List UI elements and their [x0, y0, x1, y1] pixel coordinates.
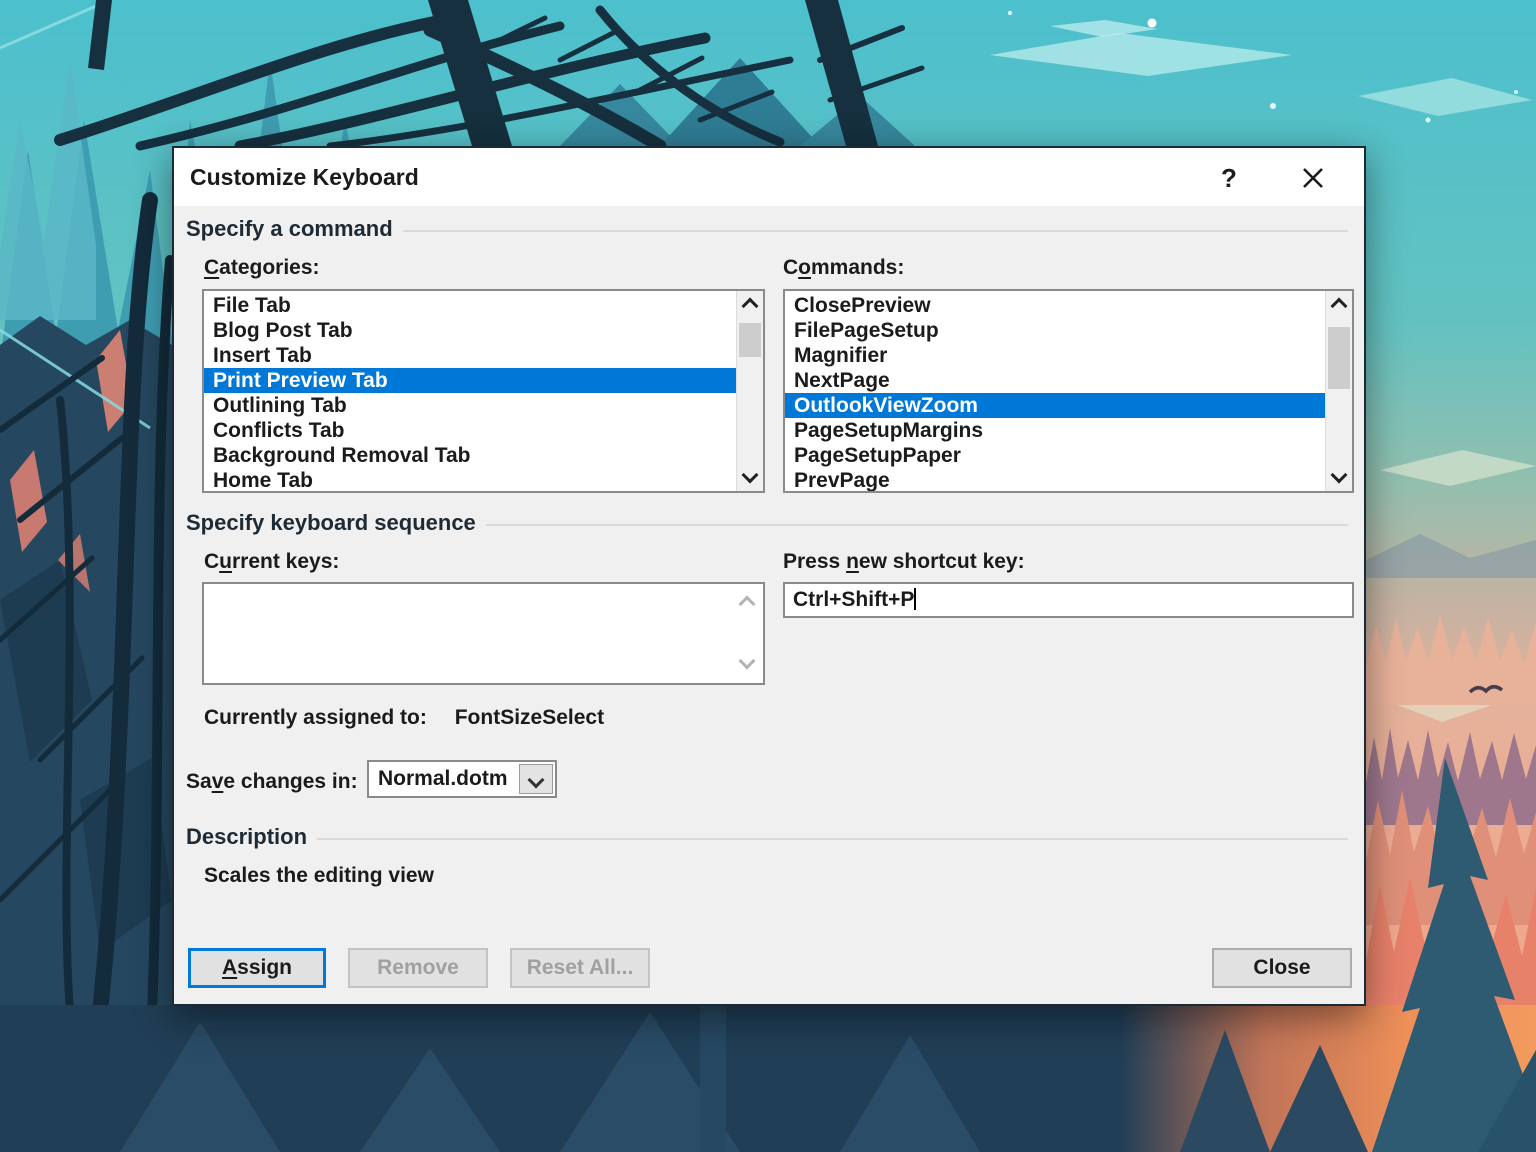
shortcut-input[interactable]: Ctrl+Shift+P [783, 582, 1354, 618]
current-keys-listbox[interactable] [202, 582, 765, 685]
chevron-up-icon [739, 596, 756, 613]
categories-list-item[interactable]: File Tab [204, 293, 737, 318]
commands-list-item[interactable]: FilePageSetup [785, 318, 1326, 343]
commands-list-item[interactable]: PrevPage [785, 468, 1326, 491]
desktop: Customize Keyboard ? Specify a command C… [0, 0, 1536, 1152]
save-changes-combo[interactable]: Normal.dotm [367, 760, 557, 798]
dialog-title: Customize Keyboard [190, 148, 419, 206]
categories-scrollbar[interactable] [736, 291, 763, 491]
categories-list-item[interactable]: Background Removal Tab [204, 443, 737, 468]
commands-list-item[interactable]: PageSetupMargins [785, 418, 1326, 443]
categories-list-item[interactable]: Blog Post Tab [204, 318, 737, 343]
categories-list-item[interactable]: Outlining Tab [204, 393, 737, 418]
commands-list-item[interactable]: ClosePreview [785, 293, 1326, 318]
scroll-up-button[interactable] [1326, 291, 1352, 317]
group-description: Description [186, 824, 1348, 850]
shortcut-value: Ctrl+Shift+P [793, 588, 914, 611]
assigned-label: Currently assigned to: [204, 706, 427, 729]
scroll-down-button[interactable] [1326, 465, 1352, 491]
categories-label: Categories: [204, 256, 320, 280]
categories-listbox: File TabBlog Post TabInsert TabPrint Pre… [202, 289, 765, 493]
customize-keyboard-dialog: Customize Keyboard ? Specify a command C… [172, 146, 1366, 1006]
commands-list[interactable]: ClosePreviewFilePageSetupMagnifierNextPa… [785, 293, 1326, 491]
chevron-up-icon [742, 298, 759, 315]
chevron-down-icon [739, 653, 756, 670]
commands-list-item[interactable]: OutlookViewZoom [785, 393, 1326, 418]
assign-button[interactable]: Assign [188, 948, 326, 988]
commands-list-item[interactable]: Magnifier [785, 343, 1326, 368]
remove-button[interactable]: Remove [348, 948, 488, 988]
group-specify-sequence: Specify keyboard sequence [186, 510, 1348, 536]
reset-all-button[interactable]: Reset All... [510, 948, 650, 988]
commands-scrollbar[interactable] [1325, 291, 1352, 491]
help-icon: ? [1221, 163, 1237, 193]
group-divider [317, 838, 1348, 840]
group-divider [486, 524, 1348, 526]
currently-assigned-line: Currently assigned to: FontSizeSelect [204, 706, 604, 730]
commands-label: Commands: [783, 256, 904, 280]
close-dialog-button[interactable] [1294, 159, 1332, 197]
text-caret [914, 588, 916, 610]
scrollbar-thumb[interactable] [1328, 327, 1350, 389]
group-title: Specify keyboard sequence [186, 510, 476, 536]
chevron-down-icon [1331, 467, 1348, 484]
shortcut-key-label: Press new shortcut key: [783, 550, 1025, 574]
group-divider [403, 230, 1348, 232]
combo-selected-value: Normal.dotm [378, 762, 508, 796]
scroll-up-button[interactable] [737, 291, 763, 317]
save-changes-label: Save changes in: [186, 770, 358, 794]
current-keys-label: Current keys: [204, 550, 339, 574]
chevron-down-icon [528, 772, 545, 789]
commands-list-item[interactable]: PageSetupPaper [785, 443, 1326, 468]
help-button[interactable]: ? [1210, 159, 1248, 197]
scroll-down-button[interactable] [737, 465, 763, 491]
group-title: Description [186, 824, 307, 850]
close-icon [1294, 159, 1332, 197]
dialog-titlebar: Customize Keyboard ? [174, 148, 1364, 206]
categories-list[interactable]: File TabBlog Post TabInsert TabPrint Pre… [204, 293, 737, 491]
categories-list-item[interactable]: Insert Tab [204, 343, 737, 368]
categories-list-item[interactable]: Print Preview Tab [204, 368, 737, 393]
scrollbar-thumb[interactable] [739, 323, 761, 357]
combo-dropdown-button[interactable] [519, 764, 553, 794]
chevron-down-icon [742, 467, 759, 484]
close-button[interactable]: Close [1212, 948, 1352, 988]
description-text: Scales the editing view [204, 864, 434, 888]
categories-list-item[interactable]: Home Tab [204, 468, 737, 491]
categories-list-item[interactable]: Conflicts Tab [204, 418, 737, 443]
commands-listbox: ClosePreviewFilePageSetupMagnifierNextPa… [783, 289, 1354, 493]
commands-list-item[interactable]: NextPage [785, 368, 1326, 393]
chevron-up-icon [1331, 298, 1348, 315]
assigned-value: FontSizeSelect [455, 706, 604, 729]
group-title: Specify a command [186, 216, 393, 242]
group-specify-command: Specify a command [186, 216, 1348, 242]
